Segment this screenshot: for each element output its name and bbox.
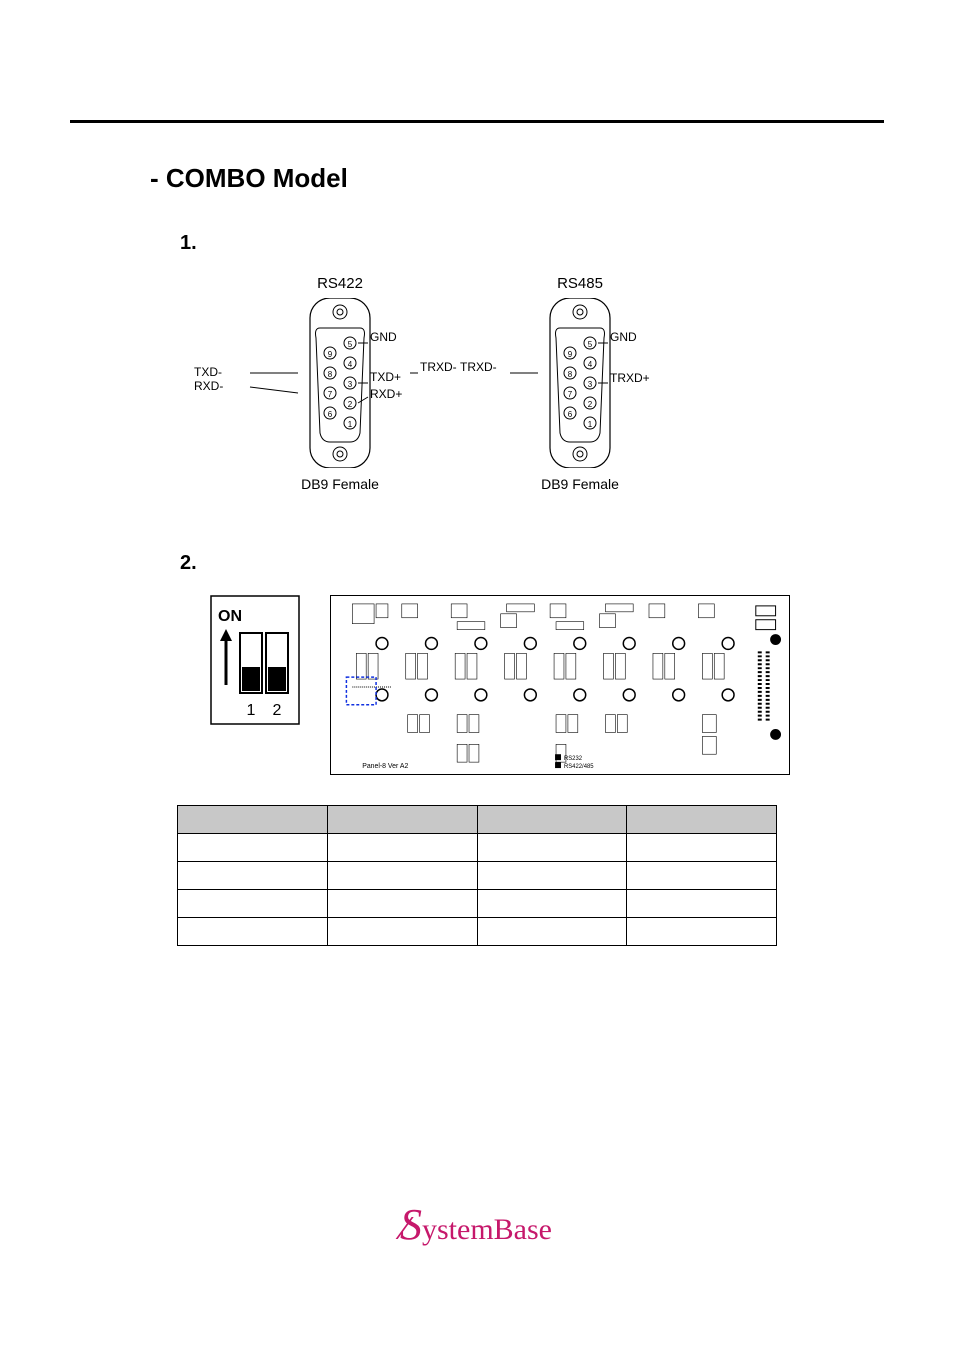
table-row: [178, 890, 777, 918]
rs485-connector: RS485 5 4 3 2 1 9 8 7 6 GND TRXD+ TRXD-: [480, 275, 680, 492]
rs422-rxd-plus-label: RXD+: [370, 387, 402, 401]
rs422-gnd-label: GND: [370, 330, 397, 344]
svg-text:6: 6: [328, 410, 333, 419]
rs422-title: RS422: [240, 275, 440, 292]
rs485-gnd-label: GND: [610, 330, 637, 344]
rs422-txd-plus-label: TXD+: [370, 370, 401, 384]
rs485-title: RS485: [480, 275, 680, 292]
subsection-1-number: 1.: [180, 232, 884, 255]
pcb-panel-icon: Panel-8 Ver A2 RS232 RS422/485: [330, 595, 790, 775]
dip-switch-icon: ON 1 2: [210, 595, 300, 725]
table-header: [327, 806, 477, 834]
table-row: [178, 862, 777, 890]
connector-diagram: RS422 5 4 3 2 1 9 8 7: [240, 275, 884, 492]
svg-text:1: 1: [588, 420, 593, 429]
rs422-connector: RS422 5 4 3 2 1 9 8 7: [240, 275, 440, 492]
svg-text:8: 8: [328, 370, 333, 379]
footer: ⁄⁄SystemBase: [0, 1199, 954, 1250]
systembase-logo: ⁄⁄SystemBase: [402, 1199, 552, 1250]
svg-text:8: 8: [568, 370, 573, 379]
svg-text:2: 2: [588, 400, 593, 409]
pcb-version-text: Panel-8 Ver A2: [362, 763, 408, 770]
svg-text:7: 7: [568, 390, 573, 399]
svg-text:3: 3: [348, 380, 353, 389]
svg-text:4: 4: [348, 360, 353, 369]
top-rule: [70, 120, 884, 123]
table-row: [178, 834, 777, 862]
svg-text:2: 2: [348, 400, 353, 409]
db9-icon: 5 4 3 2 1 9 8 7 6: [540, 298, 620, 468]
rs422-rxd-minus-label: RXD-: [194, 379, 223, 393]
table-header-row: [178, 806, 777, 834]
rs422-trxd-minus-label: TRXD-: [420, 360, 457, 374]
pcb-legend-rs422: RS422/485: [564, 764, 594, 770]
pcb-legend-rs232: RS232: [564, 756, 582, 762]
svg-text:9: 9: [328, 350, 333, 359]
dip-pos-2: 2: [273, 702, 282, 719]
db9-icon: 5 4 3 2 1 9 8 7 6: [300, 298, 380, 468]
svg-text:5: 5: [588, 340, 593, 349]
table-header: [178, 806, 328, 834]
rs485-caption: DB9 Female: [480, 476, 680, 492]
rs485-trxd-plus-label: TRXD+: [610, 371, 650, 385]
table-header: [627, 806, 777, 834]
svg-text:3: 3: [588, 380, 593, 389]
rs422-txd-minus-label: TXD-: [194, 365, 222, 379]
pcb-row: ON 1 2: [210, 595, 884, 775]
dip-on-label: ON: [218, 608, 242, 625]
svg-text:5: 5: [348, 340, 353, 349]
config-table: [177, 805, 777, 946]
svg-text:9: 9: [568, 350, 573, 359]
svg-text:6: 6: [568, 410, 573, 419]
svg-text:1: 1: [348, 420, 353, 429]
svg-text:4: 4: [588, 360, 593, 369]
subsection-2-number: 2.: [180, 552, 884, 575]
rs485-trxd-minus-label: TRXD-: [460, 360, 497, 374]
table-row: [178, 918, 777, 946]
table-header: [477, 806, 627, 834]
rs422-caption: DB9 Female: [240, 476, 440, 492]
dip-pos-1: 1: [247, 702, 256, 719]
section-heading: - COMBO Model: [150, 163, 884, 194]
svg-text:7: 7: [328, 390, 333, 399]
